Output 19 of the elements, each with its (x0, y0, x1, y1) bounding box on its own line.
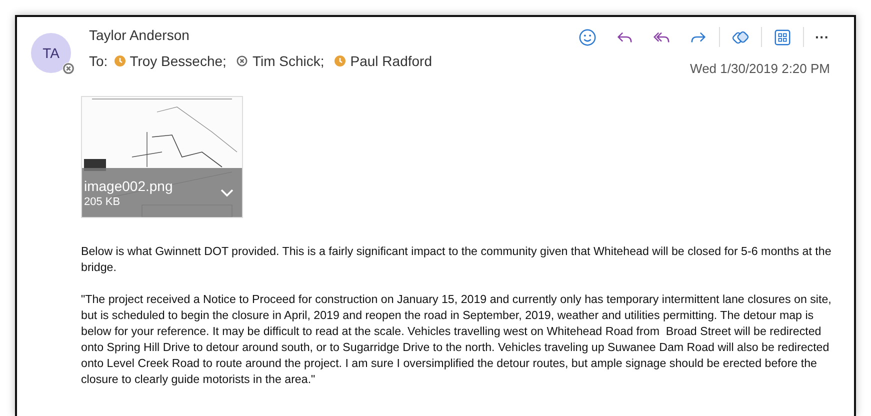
offline-status-icon (236, 55, 248, 67)
more-button[interactable]: ··· (808, 26, 836, 48)
offline-status-icon (62, 62, 75, 75)
recipient-name[interactable]: Troy Besseche; (130, 53, 226, 69)
away-status-icon (334, 55, 346, 67)
away-status-icon (114, 55, 126, 67)
chevron-down-icon[interactable] (220, 188, 234, 198)
attachment-filename: image002.png (84, 178, 173, 194)
recipient-name[interactable]: Tim Schick; (252, 53, 324, 69)
attachment-size: 205 KB (84, 196, 122, 208)
avatar: TA (31, 33, 71, 73)
body-paragraph: "The project received a Notice to Proceed for construction on January 15, 2019 and currently only has temporary intermittent lane closures on site, but is scheduled to begin the closure in April, 2019 and reopen the road in September, 2019, weather and utilities permitting. The detour map is below for your reference. It may be difficult to read at the scale. Vehicles travelling west on Whitehead Road from Broad Street will be redirected onto Spring Hill Drive to detour around south, or to Sugarridge Drive to the north. Vehicles traveling up Suwanee Dam Road will also be redirected onto Level Creek Road to route around the project. I am sure I oversimplified the detour routes, but ample signage should be erected before the closure to clearly guide motorists in the area." (81, 292, 832, 388)
apps-icon (773, 28, 792, 46)
to-label: To: (89, 53, 108, 69)
recipient-name[interactable]: Paul Radford (350, 53, 432, 69)
sender-name[interactable]: Taylor Anderson (89, 25, 571, 45)
body-paragraph: Below is what Gwinnett DOT provided. This is a fairly significant impact to the community given that Whitehead will be closed for 5-6 months at the bridge. (81, 244, 832, 276)
smiley-icon (578, 28, 597, 46)
date-time: Wed 1/30/2019 2:20 PM (690, 61, 831, 76)
